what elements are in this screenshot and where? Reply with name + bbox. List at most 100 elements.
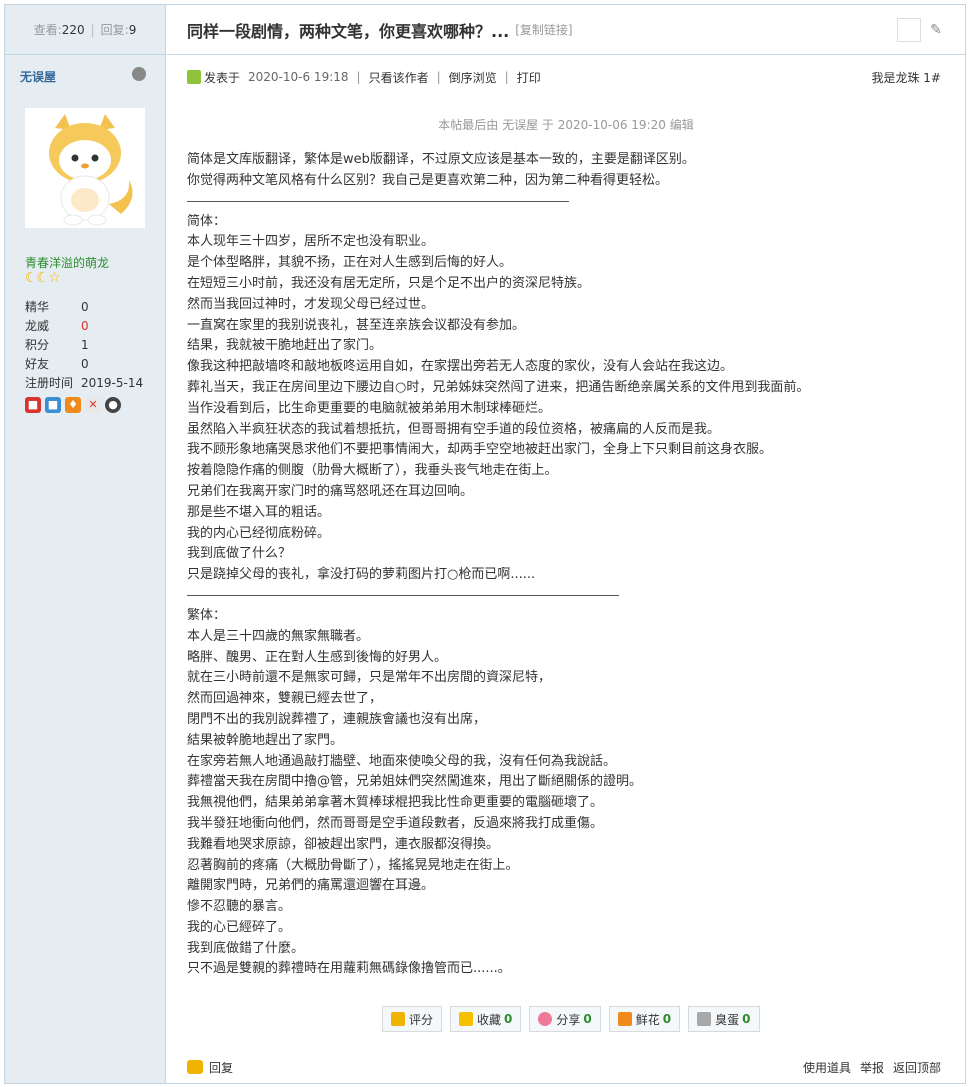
content-line: 結果被幹脆地趕出了家門。	[187, 732, 344, 748]
title-tools: ✎	[897, 18, 945, 42]
post-date: 2020-10-6 19:18	[248, 70, 349, 84]
copy-link-button[interactable]: [复制链接]	[515, 21, 572, 38]
share-count: 0	[583, 1012, 592, 1026]
content-line: 我不顾形象地痛哭恳求他们不要把事情闹大，却两手空空地被赶出家门，全身上下只剩目前…	[187, 442, 773, 458]
stat-value[interactable]: 1	[81, 338, 89, 352]
content-line: 你觉得两种文笔风格有什么区别？我自己是更喜欢第二种，因为第二种看得更轻松。	[187, 172, 669, 188]
heart-icon	[538, 1012, 553, 1026]
stat-value[interactable]: 0	[81, 357, 89, 371]
medal-eye-icon[interactable]: ●	[105, 397, 121, 413]
content-line: 葬礼当天，我正在房间里边下腰边自○时，兄弟姊妹突然闯了进来，把通告断绝亲属关系的…	[187, 379, 810, 395]
wrench-icon[interactable]: ✎	[927, 21, 945, 39]
rate-label: 评分	[409, 1012, 434, 1027]
stat-row-registered: 注册时间 2019-5-14	[25, 374, 143, 391]
content-line: 兄弟们在我离开家门时的痛骂怒吼还在耳边回响。	[187, 483, 474, 499]
user-rank[interactable]: 青春洋溢的萌龙	[25, 254, 109, 271]
stat-label: 注册时间	[25, 376, 74, 390]
flower-label: 鲜花	[635, 1012, 660, 1027]
content-line: 在家旁若無人地通過敲打牆壁、地面來使喚父母的我，沒有任何為我說話。	[187, 753, 617, 769]
content-line: 就在三小時前還不是無家可歸，只是常年不出房間的資深尼特，	[187, 670, 552, 686]
content-line: 然而当我回过神时，才发现父母已经过世。	[187, 296, 435, 312]
avatar-image	[25, 108, 145, 228]
star-icon	[459, 1012, 474, 1026]
content-line: 在短短三小时前，我还没有居无定所，只是个足不出户的资深尼特族。	[187, 275, 591, 291]
stat-value: 2019-5-14	[81, 376, 144, 390]
medal-flame-icon[interactable]: ♦	[65, 397, 81, 413]
edit-note: 本帖最后由 无误屋 于 2020-10-06 19:20 编辑	[438, 118, 694, 132]
reply-link[interactable]: 回复	[209, 1059, 233, 1076]
content-line: 像我这种把敲墙咚和敲地板咚运用自如，在家摆出旁若无人态度的家伙，没有人会站在我这…	[187, 359, 734, 375]
flower-button[interactable]: 鲜花 0	[608, 1006, 681, 1032]
content-line: 略胖、醜男、正在對人生感到後悔的好男人。	[187, 649, 448, 665]
print-link[interactable]: 打印	[517, 69, 541, 86]
rank-stars-icon: ☾☾☆	[25, 270, 61, 286]
stat-label: 好友	[25, 357, 50, 371]
replies-count: 9	[128, 22, 137, 37]
content-line: 然而回過神來，雙親已經去世了，	[187, 691, 383, 707]
stat-value[interactable]: 0	[81, 300, 89, 314]
medal-list: ■ ■ ♦ ✕ ●	[25, 397, 121, 413]
egg-button[interactable]: 臭蛋 0	[688, 1006, 760, 1032]
content-line: 一直窝在家里的我别说丧礼，甚至连亲族会议都没有参加。	[187, 317, 526, 333]
divider-line	[187, 200, 569, 202]
stats-divider: |	[90, 22, 95, 37]
content-line: 本人现年三十四岁，居所不定也没有职业。	[187, 234, 435, 250]
content-line: 我到底做錯了什麼。	[187, 940, 305, 956]
arrow-up-icon	[617, 1012, 632, 1026]
stat-row-essence: 精华 0	[25, 298, 89, 315]
post-meta: 发表于 2020-10-6 19:18 | 只看该作者 | 倒序浏览 | 打印 …	[187, 67, 941, 87]
rate-button[interactable]: 评分	[382, 1006, 443, 1032]
posted-label: 发表于	[204, 70, 241, 85]
reply-icon	[187, 1060, 203, 1074]
post-actions: 评分 收藏 0 分享 0 鲜花 0 臭蛋 0	[382, 1006, 760, 1032]
meta-divider: |	[436, 70, 441, 84]
share-button[interactable]: 分享 0	[529, 1006, 601, 1032]
content-line: 当作没看到后，比生命更重要的电脑就被弟弟用木制球棒砸烂。	[187, 400, 552, 416]
use-tools-link[interactable]: 使用道具	[803, 1059, 851, 1076]
medal-bow-icon[interactable]: ✕	[85, 397, 101, 413]
footer-links: 使用道具 举报 返回顶部	[803, 1059, 941, 1076]
content-line: 我難看地哭求原諒，卻被趕出家門，連衣服都沒得換。	[187, 836, 500, 852]
flower-count: 0	[662, 1012, 672, 1026]
post-main: 同样一段剧情，两种文笔，你更喜欢哪种？... [复制链接] ✎ 发表于 2020…	[167, 5, 965, 1083]
checkbox-icon[interactable]	[897, 18, 921, 42]
avatar[interactable]	[25, 108, 145, 228]
content-line: 那是些不堪入耳的粗话。	[187, 504, 331, 520]
stat-row-friends: 好友 0	[25, 355, 89, 372]
content-line: 本人是三十四歲的無家無職者。	[187, 628, 370, 644]
content-line: 我半發狂地衝向他們，然而哥哥是空手道段數者，反過來將我打成重傷。	[187, 815, 604, 831]
stat-value[interactable]: 0	[81, 319, 89, 333]
author-name[interactable]: 无误屋	[20, 68, 56, 85]
online-status-icon	[187, 70, 201, 84]
content-line: 结果，我就被干脆地赶出了家门。	[187, 338, 383, 354]
meta-divider: |	[504, 70, 509, 84]
stat-label: 精华	[25, 300, 50, 314]
content-line: 只是跷掉父母的丧礼，拿没打码的萝莉图片打○枪而已啊......	[187, 567, 536, 583]
floor-number[interactable]: 我是龙珠 1#	[871, 69, 941, 86]
views-label: 查看:	[33, 23, 62, 37]
thread-stats: 查看: 220 | 回复: 9	[5, 5, 165, 55]
only-author-link[interactable]: 只看该作者	[369, 69, 429, 86]
stat-label: 积分	[25, 338, 50, 352]
thread-title-bar: 同样一段剧情，两种文笔，你更喜欢哪种？... [复制链接] ✎	[167, 5, 965, 55]
medal-red-icon[interactable]: ■	[25, 397, 41, 413]
medal-blue-icon[interactable]: ■	[45, 397, 61, 413]
thread-title: 同样一段剧情，两种文笔，你更喜欢哪种？...	[187, 21, 510, 41]
reverse-order-link[interactable]: 倒序浏览	[449, 69, 497, 86]
report-link[interactable]: 举报	[860, 1059, 884, 1076]
author-sidebar: 查看: 220 | 回复: 9 无误屋 青春洋溢的萌龙 ☾☾☆ 精华 0 龙威 …	[5, 5, 166, 1083]
post-content: 简体是文库版翻译，繁体是web版翻译，不过原文应该是基本一致的，主要是翻译区别。…	[187, 150, 945, 980]
content-line: 我到底做了什么？	[187, 546, 292, 562]
content-line: 葬禮當天我在房間中擼@管，兄弟姐妹們突然闖進來，甩出了斷絕關係的證明。	[187, 774, 643, 790]
content-line: 简体是文库版翻译，繁体是web版翻译，不过原文应该是基本一致的，主要是翻译区别。	[187, 152, 695, 167]
back-to-top-link[interactable]: 返回顶部	[893, 1059, 941, 1076]
content-line: 閉門不出的我別說葬禮了，連親族會議也沒有出席，	[187, 711, 487, 727]
favorite-button[interactable]: 收藏 0	[450, 1006, 522, 1032]
egg-count: 0	[742, 1012, 751, 1026]
post-footer: 回复 使用道具 举报 返回顶部	[187, 1057, 941, 1077]
divider-line	[187, 594, 619, 596]
replies-label: 回复:	[100, 23, 129, 37]
favorite-label: 收藏	[477, 1012, 502, 1027]
post-container: 查看: 220 | 回复: 9 无误屋 青春洋溢的萌龙 ☾☾☆ 精华 0 龙威 …	[4, 4, 966, 1084]
content-line: 繁体：	[187, 607, 227, 623]
